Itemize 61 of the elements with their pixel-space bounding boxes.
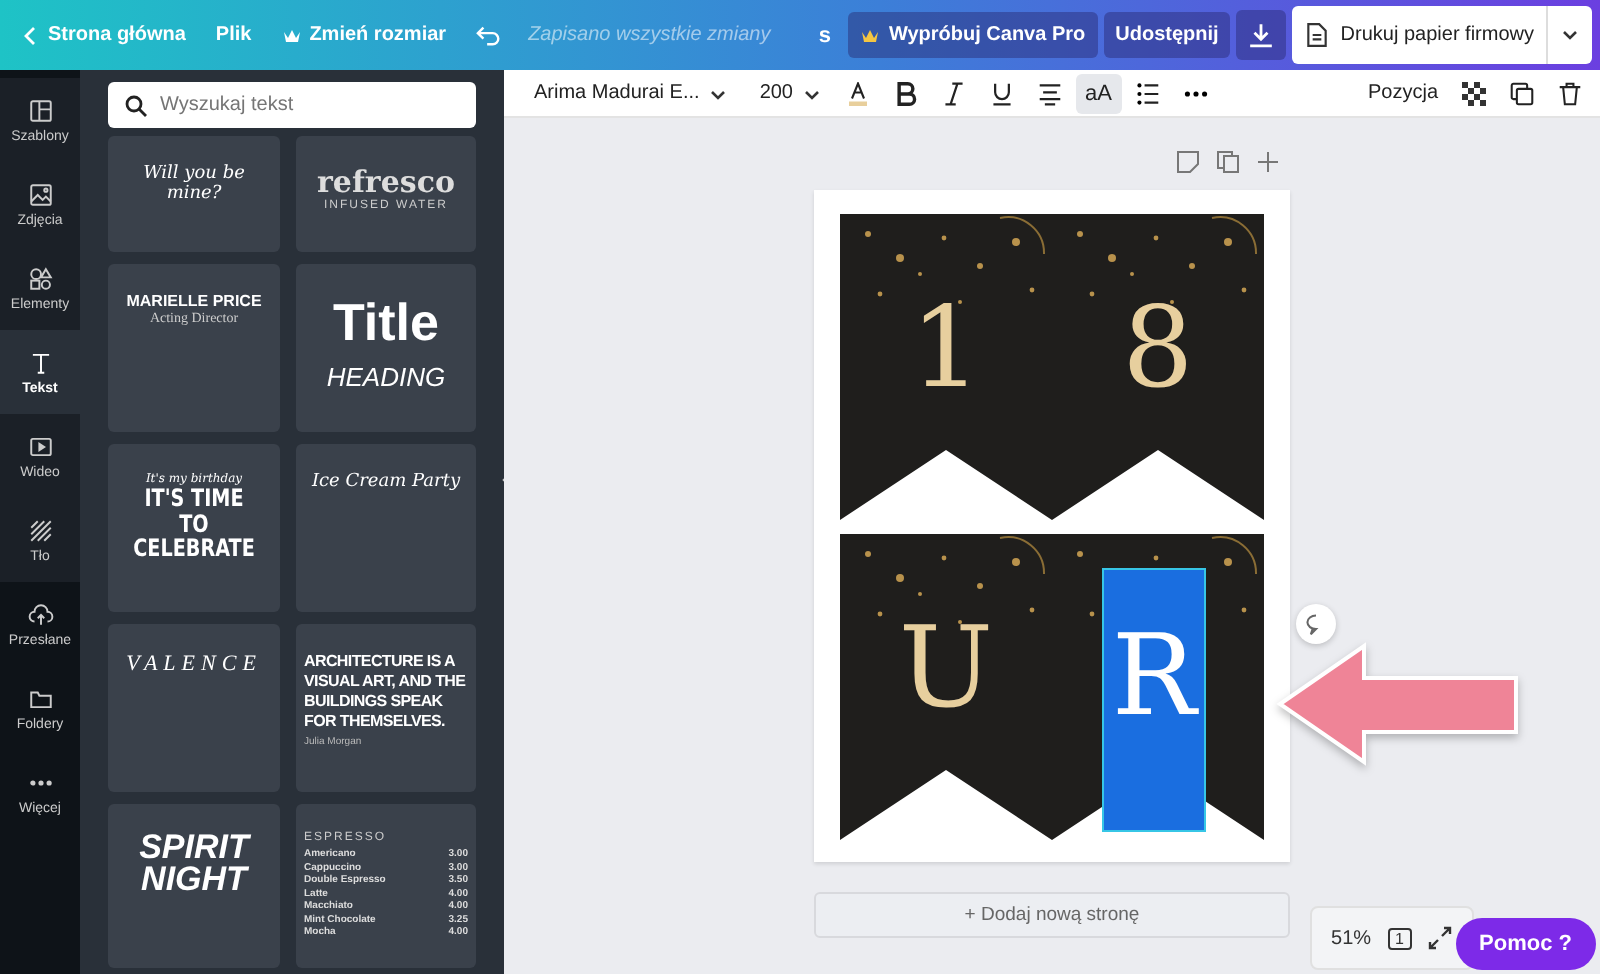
layout-icon — [27, 97, 53, 123]
template-text: HEADING — [326, 362, 446, 392]
template-text: Will you be mine? — [141, 164, 247, 204]
text-selection-box[interactable] — [1104, 570, 1204, 830]
text-template-card[interactable]: VALENCE — [108, 624, 280, 792]
template-text: VALENCE — [126, 652, 262, 676]
trash-icon — [1558, 81, 1582, 105]
stripes-icon — [27, 517, 53, 543]
font-dropdown[interactable]: Arima Madurai E... — [524, 73, 738, 113]
list-icon — [1135, 81, 1160, 105]
duplicate-icon — [1510, 81, 1534, 105]
back-icon — [20, 25, 40, 45]
shapes-icon — [27, 265, 53, 291]
crown-icon — [860, 25, 881, 45]
italic-icon — [941, 81, 965, 105]
download-icon — [1248, 22, 1275, 48]
add-comment-button[interactable] — [1296, 604, 1336, 644]
download-button[interactable] — [1236, 10, 1287, 60]
note-icon — [1176, 150, 1200, 174]
expand-icon — [1428, 926, 1452, 950]
search-icon — [124, 94, 148, 118]
template-text: ARCHITECTURE IS A VISUAL ART, AND THE BUILDINGS SPEAK FOR THEMSELVES. — [304, 652, 468, 732]
page-count-button[interactable]: 1 — [1387, 927, 1412, 949]
letter-case-button[interactable]: aA — [1075, 73, 1122, 113]
zoom-level-button[interactable]: 51% — [1323, 927, 1380, 949]
undo-icon — [476, 22, 503, 48]
bold-icon — [893, 81, 917, 105]
underline-icon — [989, 81, 1013, 105]
text-icon — [27, 349, 53, 375]
template-text: Title — [333, 292, 439, 354]
duplicate-icon — [1216, 150, 1240, 174]
text-template-card[interactable]: Will you be mine? — [108, 136, 280, 252]
add-page-button[interactable] — [1254, 150, 1282, 178]
text-color-icon — [845, 81, 869, 105]
font-size-dropdown[interactable]: 200 — [749, 73, 831, 113]
status-letter: s — [818, 23, 831, 47]
template-text: refresco — [317, 164, 455, 200]
cloud-upload-icon — [27, 601, 53, 627]
align-center-icon — [1037, 81, 1061, 105]
plus-icon — [1256, 150, 1280, 174]
search-field[interactable]: Wyszukaj tekst — [108, 82, 476, 128]
text-template-card[interactable]: Title HEADING — [296, 264, 476, 432]
help-button[interactable]: Pomoc ? — [1455, 918, 1596, 970]
note-button[interactable] — [1174, 150, 1202, 178]
checkerboard-icon — [1462, 81, 1486, 105]
template-text: Ice Cream Party — [311, 472, 461, 492]
template-text: SPIRIT NIGHT — [137, 832, 253, 897]
duplicate-page-button[interactable] — [1214, 150, 1242, 178]
share-button[interactable]: Udostępnij — [1103, 12, 1231, 58]
template-text: IT'S TIME TO CELEBRATE — [131, 486, 257, 562]
text-template-card[interactable]: SPIRIT NIGHT — [108, 804, 280, 968]
position-button[interactable]: Pozycja — [1357, 73, 1448, 113]
image-icon — [27, 181, 53, 207]
template-text: MARIELLE PRICE — [126, 292, 262, 310]
try-pro-button[interactable]: Wypróbuj Canva Pro — [848, 12, 1098, 58]
text-template-card[interactable]: Ice Cream Party — [296, 444, 476, 612]
document-icon — [1304, 22, 1331, 48]
crown-icon — [281, 25, 302, 45]
add-new-page-button[interactable]: + Dodaj nową stronę — [814, 892, 1290, 938]
video-icon — [27, 433, 53, 459]
save-status: Zapisano wszystkie zmiany — [528, 24, 774, 46]
